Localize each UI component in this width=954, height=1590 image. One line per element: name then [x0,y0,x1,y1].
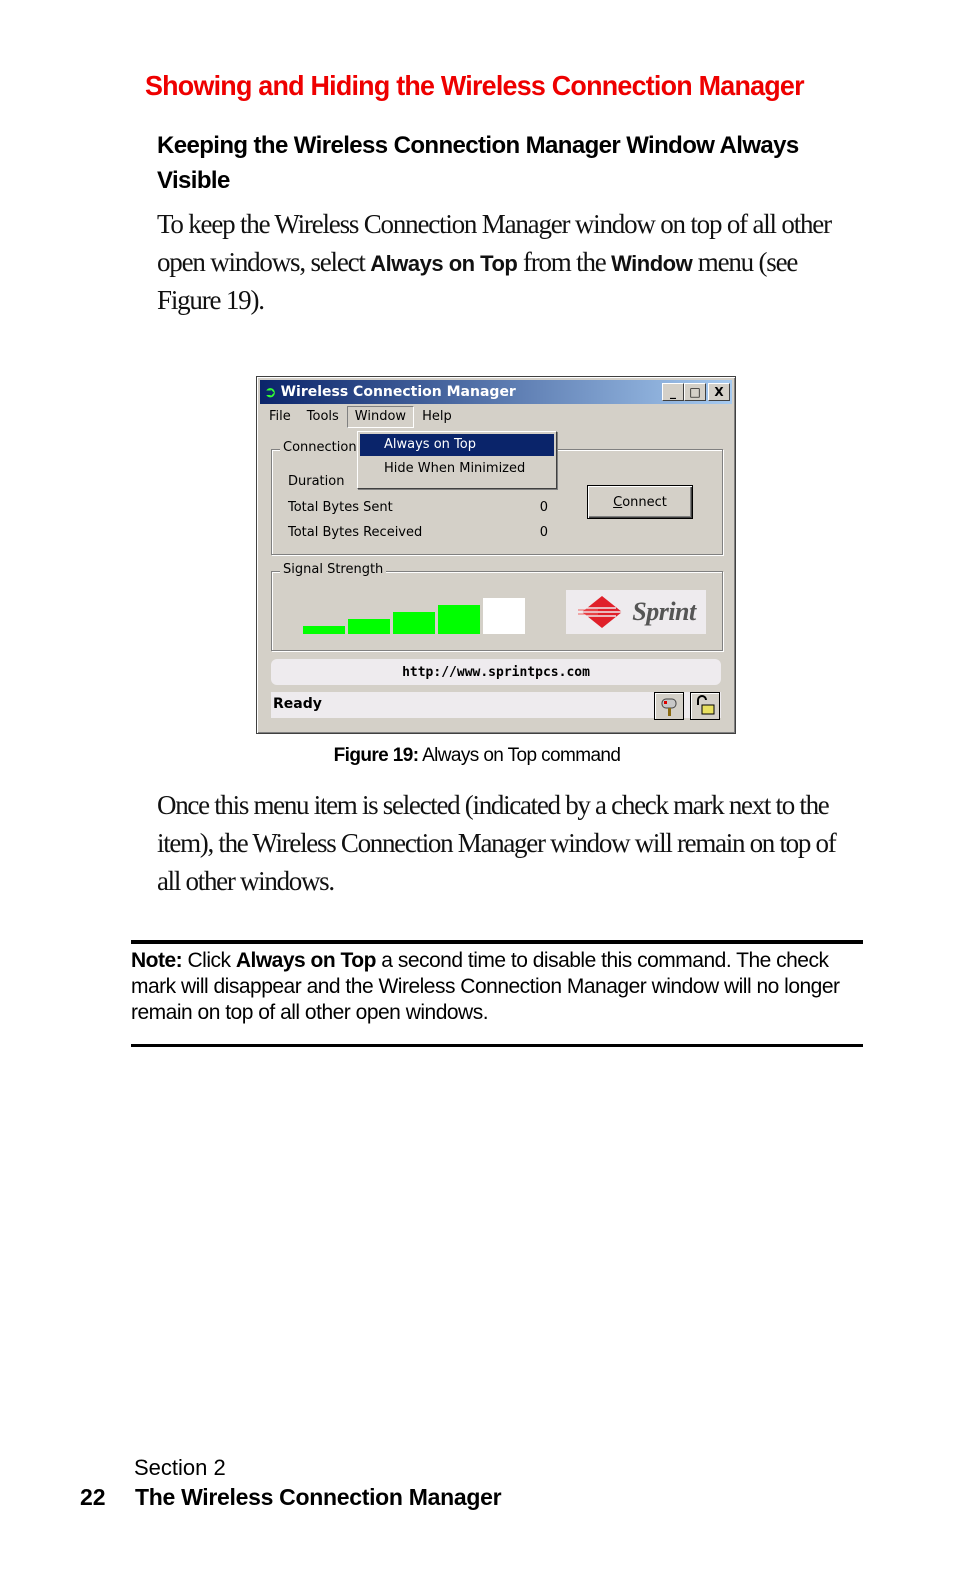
minimize-button[interactable]: _ [662,383,684,401]
section-heading: Showing and Hiding the Wireless Connecti… [145,70,805,101]
note-rule-top [131,940,863,944]
sprint-logo-text: Sprint [632,597,696,626]
intro-text-2: from the [517,247,612,277]
wcm-window-figure: ➲ Wireless Connection Manager _ □ X File… [256,376,736,734]
signal-bar-filled [303,626,345,634]
signal-bar-empty [483,598,525,634]
signal-strength-group: Signal Strength Sprint [271,562,723,651]
stat-row-bytes-sent: Total Bytes Sent 0 [288,500,548,515]
signal-bar-filled [348,619,390,634]
stat-label: Total Bytes Received [288,525,423,540]
menu-item-hide-when-minimized[interactable]: Hide When Minimized [360,458,554,480]
maximize-button[interactable]: □ [684,383,706,401]
menu-window[interactable]: Window [346,406,415,428]
close-button[interactable]: X [708,383,730,401]
note-text-1: Click [182,949,236,972]
mailbox-icon[interactable] [654,692,684,720]
note-block: Note: Click Always on Top a second time … [131,948,866,1026]
signal-bar-filled [438,605,480,634]
title-bar[interactable]: ➲ Wireless Connection Manager _ □ X [260,380,732,404]
stat-value: 0 [539,525,548,540]
caption-text: Always on Top command [418,745,621,766]
connect-accesskey: C [613,494,623,510]
footer-section: Section 2 [134,1455,226,1480]
menu-item-always-on-top[interactable]: Always on Top [360,434,554,456]
connect-label: onnect [622,494,667,510]
note-label: Note: [131,949,183,972]
status-text: Ready [273,696,322,712]
connection-group-label: Connection [280,440,360,455]
url-link[interactable]: http://www.sprintpcs.com [271,659,721,685]
sprint-arrow-icon: ➲ [264,383,277,401]
figure-caption: Figure 19: Always on Top command [0,745,954,767]
stat-value: 0 [539,500,548,515]
stat-label: Total Bytes Sent [288,500,393,515]
footer-chapter-title: The Wireless Connection Manager [135,1484,502,1510]
window-title: Wireless Connection Manager [280,384,516,400]
caption-label: Figure 19: [333,745,419,766]
stat-label: Duration [288,474,345,489]
menu-tools[interactable]: Tools [299,406,347,428]
connect-button[interactable]: Connect [587,485,693,519]
menu-help[interactable]: Help [414,406,460,428]
note-rule-bottom [131,1044,863,1047]
intro-bold-always-on-top: Always on Top [370,251,518,276]
body-paragraph: Once this menu item is selected (indicat… [157,790,837,896]
intro-paragraph: To keep the Wireless Connection Manager … [157,205,857,319]
stat-row-bytes-received: Total Bytes Received 0 [288,525,548,540]
unlock-icon[interactable] [690,692,720,720]
page-number: 22 [80,1484,106,1510]
menu-file[interactable]: File [261,406,299,428]
subheading: Keeping the Wireless Connection Manager … [157,132,799,194]
status-bar: Ready [271,692,721,720]
signal-group-label: Signal Strength [280,562,387,577]
sprint-diamond-icon [576,596,625,628]
note-bold: Always on Top [235,949,377,972]
sprint-logo: Sprint [566,590,706,634]
menu-bar: File Tools Window Help [261,406,460,428]
window-menu-dropdown: Always on Top Hide When Minimized [357,431,557,489]
intro-bold-window: Window [611,251,693,276]
signal-bar-filled [393,612,435,634]
